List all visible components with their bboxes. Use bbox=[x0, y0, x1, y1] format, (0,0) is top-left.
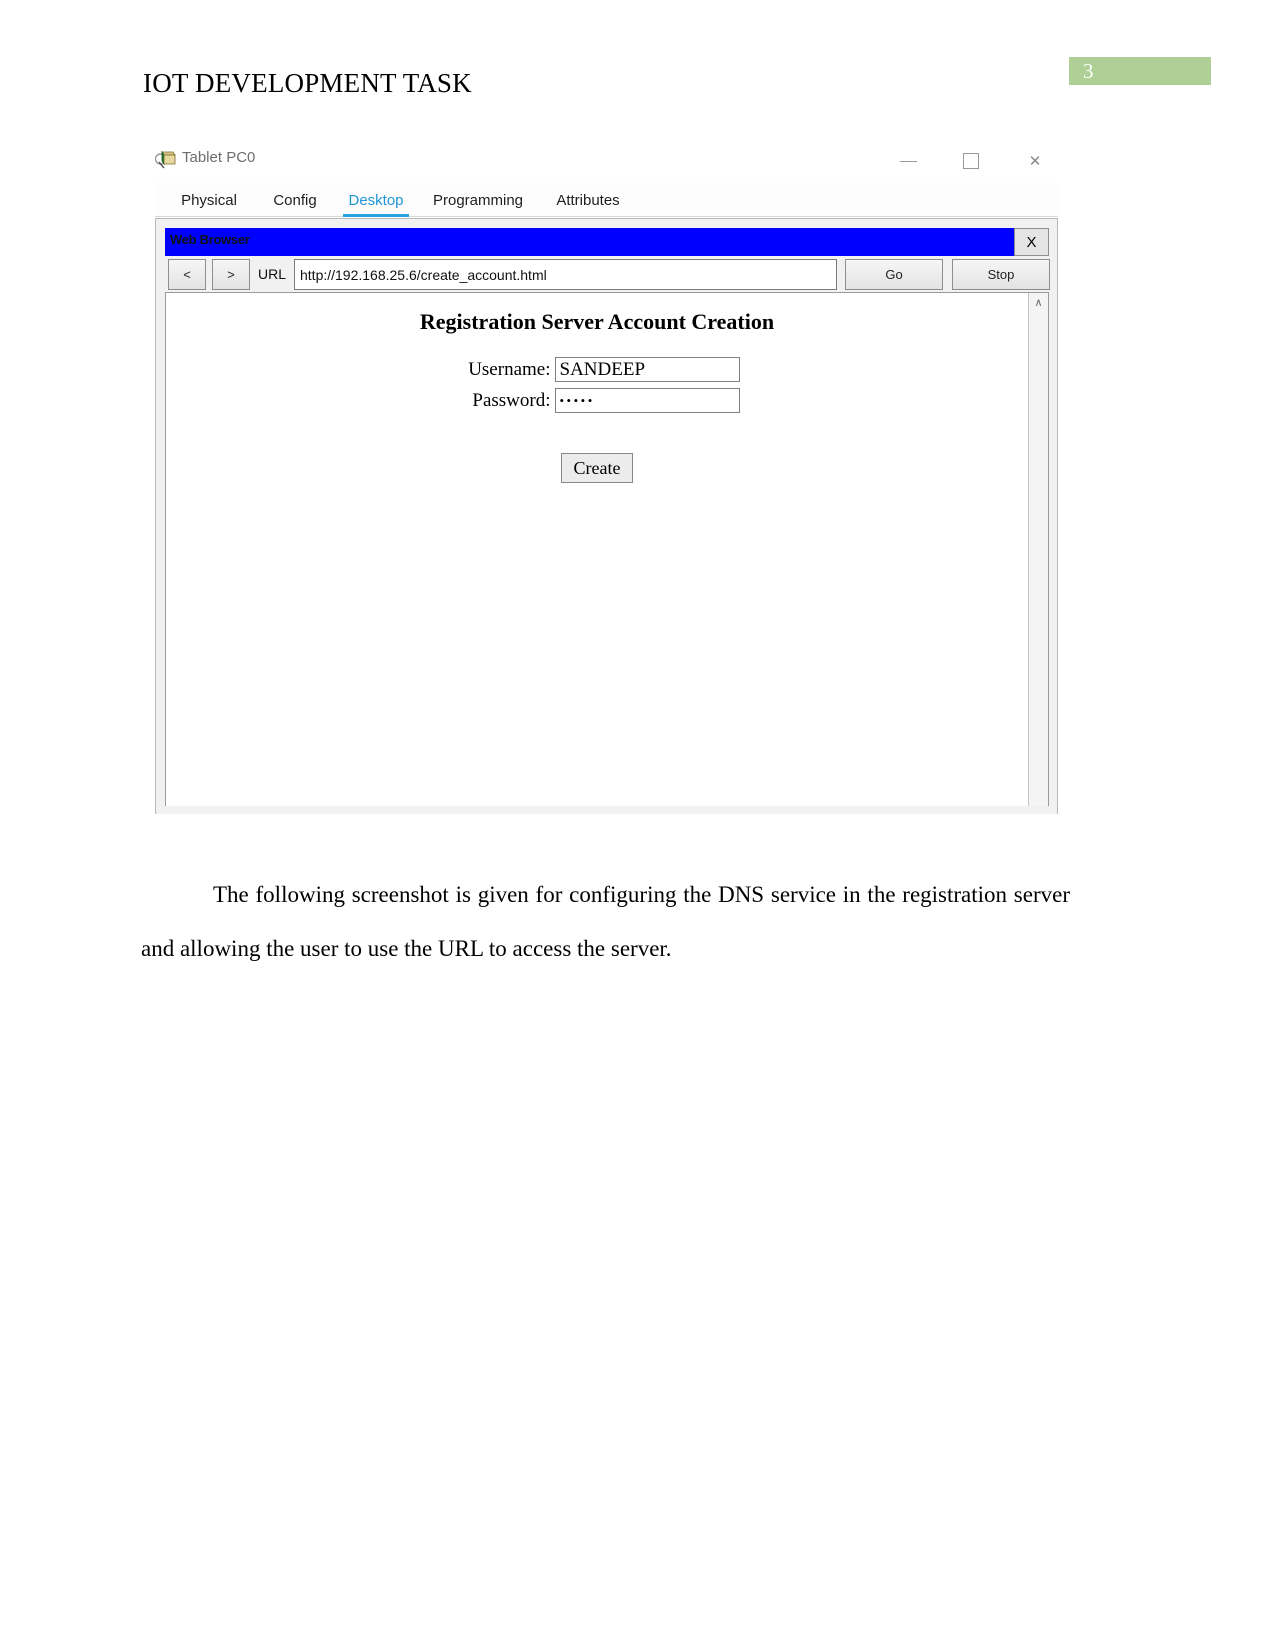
account-creation-form: Username: SANDEEP Password: ••••• bbox=[166, 357, 1028, 419]
active-tab-indicator bbox=[343, 214, 409, 217]
password-input[interactable]: ••••• bbox=[554, 388, 740, 413]
embedded-screenshot: Tablet PC0 ✕ Physical Config Desktop Pro… bbox=[141, 139, 1070, 814]
password-input-value: ••••• bbox=[559, 392, 595, 408]
minimize-button[interactable] bbox=[886, 139, 932, 183]
form-heading: Registration Server Account Creation bbox=[419, 309, 775, 334]
maximize-icon bbox=[963, 153, 979, 169]
close-icon: ✕ bbox=[1028, 153, 1042, 170]
minimize-icon bbox=[900, 161, 917, 162]
username-label: Username: bbox=[468, 358, 551, 380]
tab-physical-label: Physical bbox=[181, 191, 237, 209]
tab-attributes[interactable]: Attributes bbox=[539, 183, 637, 217]
document-header: IOT DEVELOPMENT TASK 3 bbox=[0, 0, 1275, 120]
web-browser-close-button[interactable]: X bbox=[1014, 228, 1049, 256]
body-paragraph: The following screenshot is given for co… bbox=[141, 882, 1070, 961]
create-button-label: Create bbox=[573, 457, 621, 478]
maximize-button[interactable] bbox=[948, 139, 994, 183]
tab-desktop[interactable]: Desktop bbox=[335, 183, 417, 217]
web-browser-titlebar: Web Browser X bbox=[165, 228, 1049, 256]
web-browser-viewport: Registration Server Account Creation Use… bbox=[165, 292, 1049, 806]
close-icon: X bbox=[1026, 233, 1037, 251]
tab-programming-label: Programming bbox=[432, 191, 524, 209]
go-button[interactable]: Go bbox=[845, 259, 943, 290]
vertical-scrollbar[interactable]: ∧ bbox=[1028, 293, 1048, 806]
submit-row: Create bbox=[166, 453, 1028, 483]
page-number-label: 3 bbox=[1083, 59, 1094, 83]
back-button[interactable]: < bbox=[168, 259, 206, 290]
stop-button[interactable]: Stop bbox=[952, 259, 1050, 290]
url-input[interactable]: http://192.168.25.6/create_account.html bbox=[294, 259, 837, 290]
tab-attributes-label: Attributes bbox=[556, 191, 620, 209]
tab-config[interactable]: Config bbox=[257, 183, 333, 217]
tab-desktop-label: Desktop bbox=[348, 191, 404, 209]
scroll-up-icon[interactable]: ∧ bbox=[1029, 293, 1048, 312]
packet-tracer-device-icon bbox=[154, 150, 176, 170]
desktop-panel: Web Browser X < > URL http://192.168.25.… bbox=[155, 218, 1058, 814]
web-browser-title: Web Browser bbox=[170, 232, 250, 247]
url-input-value: http://192.168.25.6/create_account.html bbox=[300, 266, 547, 283]
go-button-label: Go bbox=[885, 267, 903, 282]
close-window-button[interactable]: ✕ bbox=[1012, 139, 1058, 183]
password-row: Password: ••••• bbox=[166, 388, 1028, 413]
tab-config-label: Config bbox=[273, 191, 317, 209]
tab-physical[interactable]: Physical bbox=[163, 183, 255, 217]
forward-button[interactable]: > bbox=[212, 259, 250, 290]
page-title: IOT DEVELOPMENT TASK bbox=[143, 68, 472, 98]
window-titlebar: Tablet PC0 ✕ bbox=[141, 139, 1070, 183]
chevron-right-icon: > bbox=[227, 267, 235, 282]
stop-button-label: Stop bbox=[987, 267, 1015, 282]
create-button[interactable]: Create bbox=[560, 453, 634, 483]
url-label: URL bbox=[258, 266, 287, 282]
username-input[interactable]: SANDEEP bbox=[554, 357, 740, 382]
password-label: Password: bbox=[472, 389, 551, 411]
username-row: Username: SANDEEP bbox=[166, 357, 1028, 382]
username-input-value: SANDEEP bbox=[559, 358, 646, 380]
chevron-left-icon: < bbox=[183, 267, 191, 282]
web-browser-toolbar: < > URL http://192.168.25.6/create_accou… bbox=[165, 259, 1050, 290]
device-tabs: Physical Config Desktop Programming Attr… bbox=[155, 183, 1058, 217]
window-title: Tablet PC0 bbox=[182, 149, 256, 166]
tab-programming[interactable]: Programming bbox=[419, 183, 537, 217]
page-number-badge: 3 bbox=[1069, 57, 1211, 85]
rendered-web-page: Registration Server Account Creation Use… bbox=[166, 293, 1028, 806]
